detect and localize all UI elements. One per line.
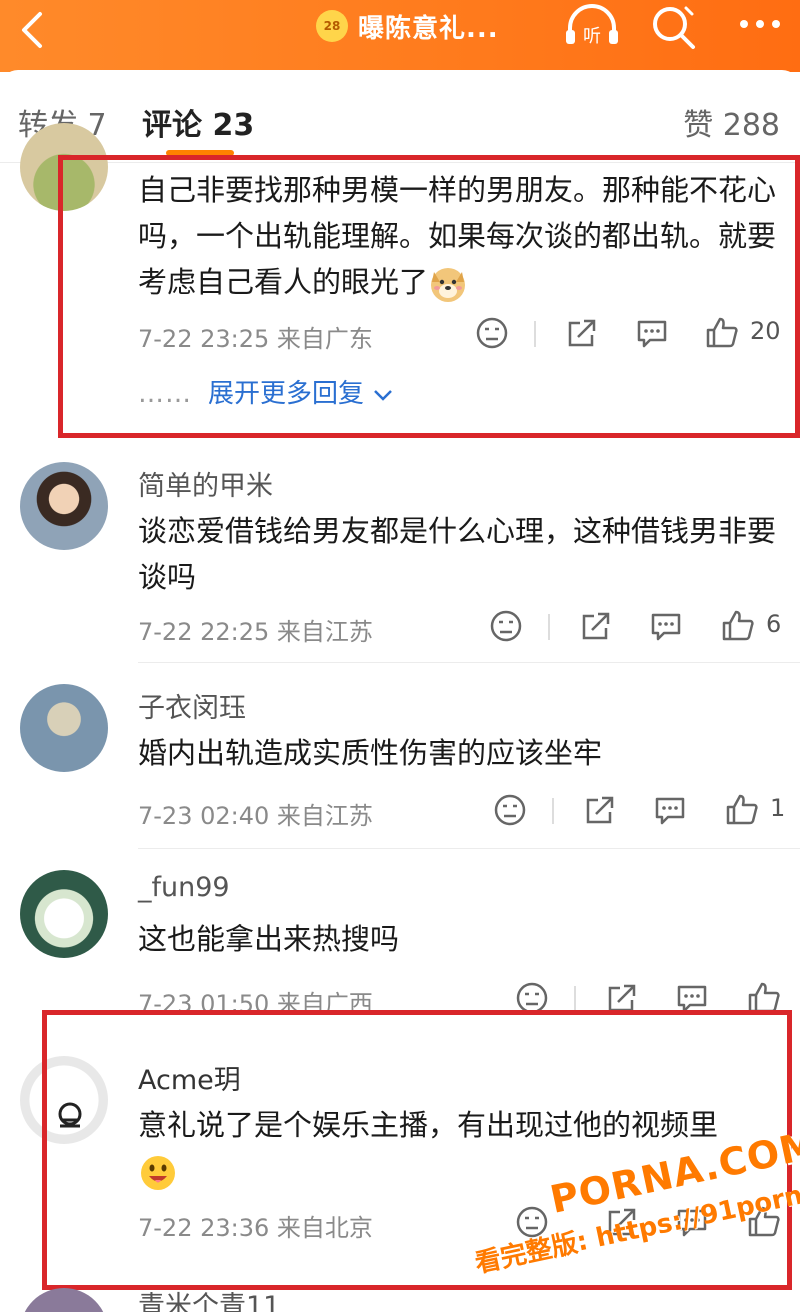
username[interactable]: _fun99 bbox=[138, 872, 230, 903]
comment-item: 青米个青11 bbox=[0, 1282, 800, 1312]
comment-meta: 7-23 02:40 来自江苏 bbox=[138, 802, 373, 830]
listen-icon[interactable]: 听 bbox=[562, 2, 622, 48]
comment-icon[interactable] bbox=[648, 608, 684, 644]
search-icon[interactable] bbox=[648, 2, 700, 50]
dislike-face-icon[interactable] bbox=[488, 608, 524, 644]
avatar[interactable] bbox=[20, 684, 108, 772]
share-icon[interactable] bbox=[582, 792, 618, 828]
like-count: 1 bbox=[770, 794, 786, 822]
comment-text: 婚内出轨造成实质性伤害的应该坐牢 bbox=[138, 736, 603, 770]
comment-item: 简单的甲米 谈恋爱借钱给男友都是什么心理，这种借钱男非要谈吗 7-22 22:2… bbox=[0, 450, 800, 663]
comment-icon[interactable] bbox=[652, 792, 688, 828]
separator bbox=[548, 614, 550, 640]
username[interactable]: 青米个青11 bbox=[138, 1284, 280, 1312]
comment-actions: 1 bbox=[492, 792, 800, 832]
username[interactable]: 子衣闵珏 bbox=[138, 686, 246, 725]
avatar[interactable] bbox=[20, 1288, 108, 1312]
username[interactable]: 简单的甲米 bbox=[138, 464, 273, 503]
back-icon[interactable] bbox=[14, 10, 54, 50]
topic-badge-icon: 28 bbox=[316, 10, 348, 42]
tab-like[interactable]: 赞 288 bbox=[683, 100, 780, 144]
dislike-face-icon[interactable] bbox=[492, 792, 528, 828]
share-icon[interactable] bbox=[578, 608, 614, 644]
listen-label: 听 bbox=[583, 26, 601, 47]
more-icon[interactable] bbox=[736, 12, 784, 36]
comment-actions: 6 bbox=[488, 608, 800, 648]
highlight-box bbox=[58, 155, 800, 438]
like-count: 6 bbox=[766, 610, 782, 638]
separator bbox=[552, 798, 554, 824]
tab-comment[interactable]: 评论 23 bbox=[142, 100, 254, 144]
comment-text: 这也能拿出来热搜吗 bbox=[138, 922, 400, 956]
comment-item: _fun99 这也能拿出来热搜吗 7-23 01:50 来自广西 bbox=[0, 858, 800, 1018]
tab-bar: 转发 7 评论 23 赞 288 bbox=[0, 86, 800, 162]
page-title: 曝陈意礼... bbox=[358, 13, 499, 44]
title-group[interactable]: 28 曝陈意礼... bbox=[316, 8, 499, 44]
divider bbox=[138, 848, 800, 849]
top-bar: 28 曝陈意礼... 听 bbox=[0, 0, 800, 72]
avatar[interactable] bbox=[20, 870, 108, 958]
comment-meta: 7-22 22:25 来自江苏 bbox=[138, 618, 373, 646]
comment-item: 子衣闵珏 婚内出轨造成实质性伤害的应该坐牢 7-23 02:40 来自江苏 1 bbox=[0, 672, 800, 852]
comment-text: 谈恋爱借钱给男友都是什么心理，这种借钱男非要谈吗 bbox=[138, 514, 777, 594]
badge-text: 28 bbox=[323, 19, 341, 33]
divider bbox=[138, 662, 800, 663]
separator bbox=[574, 986, 576, 1012]
like-thumb-icon[interactable] bbox=[724, 792, 760, 828]
avatar[interactable] bbox=[20, 462, 108, 550]
like-thumb-icon[interactable] bbox=[720, 608, 756, 644]
